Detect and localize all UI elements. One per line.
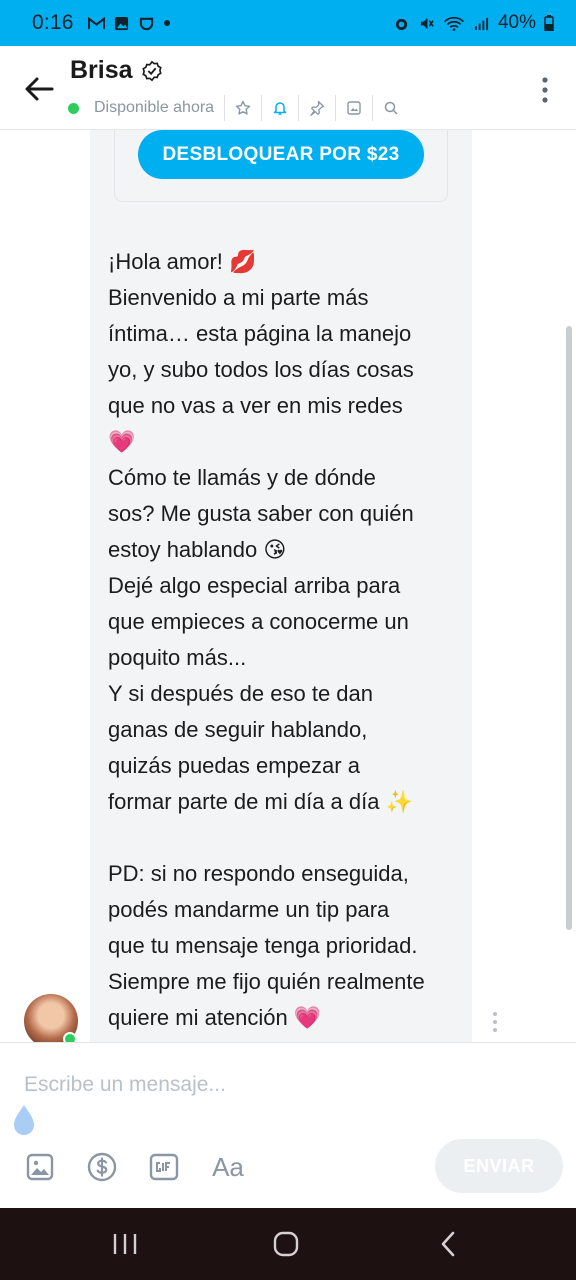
back-nav-icon[interactable] [438,1230,458,1258]
header-subrow: Disponible ahora [68,95,409,121]
message-input[interactable] [24,1069,544,1101]
gallery-icon [114,16,128,30]
back-arrow-icon[interactable] [22,72,56,106]
message-bubble: ¡Hola amor! 💋 Bienvenido a mi parte más … [90,226,472,1042]
message-line: ¡Hola amor! 💋 [108,249,257,274]
message-line: 💗 [108,429,136,454]
message-line: íntima… esta página la manejo [108,321,412,346]
message-line: Dejé algo especial arriba para [108,573,401,598]
alarm-icon [395,18,408,30]
message-line: podés mandarme un tip para [108,897,390,922]
pin-icon [310,100,325,116]
message-line: yo, y subo todos los días cosas [108,357,414,382]
message-line: PD: si no respondo enseguida, [108,861,409,886]
recent-apps-icon[interactable] [112,1230,138,1258]
message-line: estoy hablando 😘 [108,537,287,562]
message-line: Bienvenido a mi parte más [108,285,369,310]
dollar-icon [87,1152,117,1182]
system-nav-bar [0,1208,576,1280]
favorite-button[interactable] [224,95,261,121]
message-line: quizás puedas empezar a [108,753,360,778]
pin-button[interactable] [298,95,335,121]
more-options-icon[interactable] [540,76,550,104]
chat-header: Brisa Disponible ahora [0,46,576,130]
contact-name-row[interactable]: Brisa [70,56,163,85]
avatar-online-indicator [63,1032,77,1042]
message-line: que empieces a conocerme un [108,609,409,634]
composer: Aa ENVIAR [0,1042,576,1208]
send-button[interactable]: ENVIAR [435,1139,563,1193]
home-icon[interactable] [272,1230,300,1258]
composer-tools: Aa [24,1151,246,1183]
mute-icon [420,17,434,29]
verified-icon [141,60,162,81]
message-line: que tu mensaje tenga prioridad. [108,933,418,958]
battery-percent: 40% [497,12,536,33]
image-icon [26,1153,54,1181]
text-format-button[interactable]: Aa [210,1151,246,1183]
text-format-icon: Aa [212,1151,244,1182]
contact-name[interactable]: Brisa [70,56,133,85]
unlock-button[interactable]: DESBLOQUEAR POR $23 [138,130,424,179]
star-icon [235,100,251,115]
message-line: Cómo te llamás y de dónde [108,465,376,490]
bell-icon [273,102,287,115]
message-line: sos? Me gusta saber con quién [108,501,414,526]
search-icon [384,101,398,115]
message-line: Siempre me fijo quién realmente [108,969,425,994]
message-line: que no vas a ver en mis redes [108,393,403,418]
search-button[interactable] [372,95,409,121]
tip-drop-icon[interactable] [8,1103,40,1137]
message-line: Y si después de eso te dan [108,681,374,706]
message-line: poquito más... [108,645,247,670]
attach-image-button[interactable] [24,1151,56,1183]
chat-area[interactable]: DESBLOQUEAR POR $23 ¡Hola amor! 💋 Bienve… [0,130,576,1042]
image-icon [347,101,361,115]
status-bar: 0:16 40% [0,0,576,46]
send-tip-button[interactable] [86,1151,118,1183]
availability-status: Disponible ahora [94,99,215,116]
app-icon [139,17,153,30]
media-button[interactable] [335,95,372,121]
message-line: formar parte de mi día a día ✨ [108,789,413,814]
signal-icon [474,17,489,30]
message-line: quiere mi atención 💗 [108,1005,322,1030]
message-options-icon[interactable] [491,1010,499,1034]
battery-icon [544,15,554,31]
notifications-button[interactable] [261,95,298,121]
gmail-icon [87,16,105,29]
wifi-icon [443,16,464,31]
gif-icon [149,1153,179,1181]
gif-button[interactable] [148,1151,180,1183]
dot-icon [163,20,170,26]
online-indicator [68,102,79,114]
message-line: ganas de seguir hablando, [108,717,368,742]
status-time: 0:16 [32,11,74,34]
scrollbar[interactable] [566,326,572,930]
